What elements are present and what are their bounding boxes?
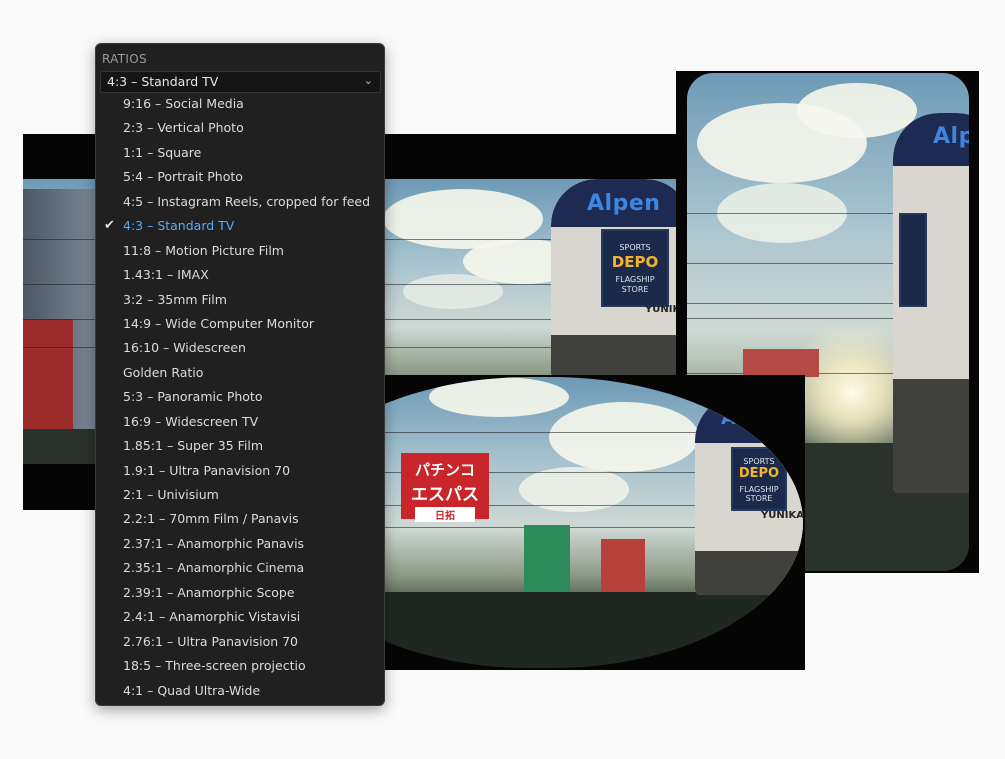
- billboard-building: Alpen SPORTS DEPO FLAGSHIP STORE YUNIKA: [551, 179, 678, 379]
- ratio-option-label: 5:3 – Panoramic Photo: [123, 389, 263, 405]
- sign-text: FLAGSHIP: [739, 485, 779, 494]
- cloud: [429, 377, 569, 417]
- billboard-building: Alpen: [893, 113, 969, 493]
- ratio-option[interactable]: 2.35:1 – Anamorphic Cinema: [96, 556, 384, 580]
- sign-text: STORE: [621, 285, 649, 294]
- ratio-option-label: 16:9 – Widescreen TV: [123, 413, 259, 429]
- ratio-option-label: 14:9 – Wide Computer Monitor: [123, 315, 315, 331]
- cloud: [549, 402, 699, 472]
- ratio-option[interactable]: 18:5 – Three-screen projectio: [96, 654, 384, 678]
- ratio-option-label: 4:5 – Instagram Reels, cropped for feed: [123, 193, 371, 209]
- ratio-option[interactable]: 1.85:1 – Super 35 Film: [96, 434, 384, 458]
- ratio-option-label: 2.4:1 – Anamorphic Vistavisi: [123, 609, 301, 625]
- ratio-option[interactable]: Golden Ratio: [96, 361, 384, 385]
- sign-text: DEPO: [738, 466, 780, 481]
- sign-text: Alpen: [721, 407, 785, 429]
- ratio-option[interactable]: 4:5 – Instagram Reels, cropped for feed: [96, 190, 384, 214]
- cloud: [403, 274, 503, 309]
- ratio-option[interactable]: 5:3 – Panoramic Photo: [96, 385, 384, 409]
- checkmark-icon: ✔: [104, 218, 115, 234]
- ratio-option[interactable]: 2:1 – Univisium: [96, 483, 384, 507]
- ratio-option-label: 2.35:1 – Anamorphic Cinema: [123, 560, 305, 576]
- ratio-option-label: 1.9:1 – Ultra Panavision 70: [123, 462, 291, 478]
- ratio-option-label: 2.39:1 – Anamorphic Scope: [123, 584, 295, 600]
- ratio-option-label: 9:16 – Social Media: [123, 96, 244, 111]
- ratio-option-label: 1.43:1 – IMAX: [123, 267, 209, 283]
- ratios-dropdown-menu[interactable]: RATIOS 4:3 – Standard TV ⌄ 9:16 – Social…: [95, 43, 385, 706]
- ratio-option[interactable]: 2.37:1 – Anamorphic Panavis: [96, 532, 384, 556]
- red-building: [743, 349, 819, 377]
- sign-text: YUNIKA: [761, 510, 803, 521]
- ratio-option[interactable]: 2:3 – Vertical Photo: [96, 116, 384, 140]
- ratio-option-label: 1:1 – Square: [123, 144, 202, 160]
- sign-text: 日拓: [415, 507, 475, 522]
- ratio-option-label: 11:8 – Motion Picture Film: [123, 242, 284, 258]
- ratio-option[interactable]: 2.76:1 – Ultra Panavision 70: [96, 630, 384, 654]
- sign-text: STORE: [745, 494, 773, 503]
- ratio-select-value: 4:3 – Standard TV: [107, 74, 219, 89]
- ratio-option[interactable]: 11:8 – Motion Picture Film: [96, 239, 384, 263]
- cloud: [797, 83, 917, 138]
- ratio-option-label: 2.2:1 – 70mm Film / Panavis: [123, 511, 299, 527]
- ratio-select[interactable]: 4:3 – Standard TV ⌄: [100, 71, 381, 93]
- ratio-option-label: 2.37:1 – Anamorphic Panavis: [123, 535, 305, 551]
- ratio-option[interactable]: 2.2:1 – 70mm Film / Panavis: [96, 507, 384, 531]
- ratio-option-label: 2:3 – Vertical Photo: [123, 120, 244, 136]
- ratio-option-label: 5:4 – Portrait Photo: [123, 169, 243, 185]
- green-sign-building: [524, 525, 570, 595]
- sign-text: FLAGSHIP: [615, 275, 655, 284]
- ratio-option-label: 4:1 – Quad Ultra-Wide: [123, 682, 261, 698]
- chevron-down-icon[interactable]: ⌄: [364, 74, 373, 87]
- pachinko-sign: パチンコ エスパス 日拓: [401, 453, 489, 522]
- ratio-option-label: 1.85:1 – Super 35 Film: [123, 438, 264, 454]
- red-building: [601, 539, 645, 599]
- sign-text: YUNIKA: [645, 304, 678, 315]
- sign-text: SPORTS: [743, 457, 775, 466]
- ratio-option-label: 3:2 – 35mm Film: [123, 291, 227, 307]
- ratio-option-label: 2.76:1 – Ultra Panavision 70: [123, 633, 299, 649]
- sign-text: SPORTS: [619, 243, 651, 252]
- sign-text: DEPO: [611, 253, 659, 271]
- ratio-option[interactable]: 1:1 – Square: [96, 141, 384, 165]
- ratio-option[interactable]: 9:16 – Social Media: [96, 92, 384, 116]
- ratio-option-label: 4:3 – Standard TV: [123, 218, 235, 234]
- ratio-option[interactable]: 4:1 – Quad Ultra-Wide: [96, 679, 384, 703]
- ratio-option[interactable]: 1.9:1 – Ultra Panavision 70: [96, 459, 384, 483]
- ratio-option-label: Golden Ratio: [123, 364, 204, 380]
- ratio-option[interactable]: 1.43:1 – IMAX: [96, 263, 384, 287]
- ratio-option[interactable]: 16:9 – Widescreen TV: [96, 410, 384, 434]
- sign-text: Alpen: [587, 191, 661, 216]
- ratio-option[interactable]: 3:2 – 35mm Film: [96, 288, 384, 312]
- ratio-option[interactable]: 14:9 – Wide Computer Monitor: [96, 312, 384, 336]
- ratio-option[interactable]: 2.4:1 – Anamorphic Vistavisi: [96, 605, 384, 629]
- ratio-options-list: 9:16 – Social Media 2:3 – Vertical Photo 1…: [96, 92, 384, 703]
- sign-text: Alpen: [933, 124, 969, 150]
- ratio-option[interactable]: 5:4 – Portrait Photo: [96, 165, 384, 189]
- ratio-option[interactable]: 2.39:1 – Anamorphic Scope: [96, 581, 384, 605]
- menu-header: RATIOS: [102, 52, 147, 66]
- ratio-option[interactable]: 16:10 – Widescreen: [96, 336, 384, 360]
- billboard-building: Alpen SPORTS DEPO FLAGSHIP STORE YUNIKA: [695, 395, 803, 595]
- sign-text: パチンコ: [414, 461, 475, 479]
- ratio-option-label: 18:5 – Three-screen projectio: [123, 658, 306, 674]
- sign-text: エスパス: [411, 485, 479, 505]
- ratio-option[interactable]: ✔ 4:3 – Standard TV: [96, 214, 384, 238]
- ratio-option-label: 2:1 – Univisium: [123, 487, 219, 502]
- ratio-option-label: 16:10 – Widescreen: [123, 340, 246, 356]
